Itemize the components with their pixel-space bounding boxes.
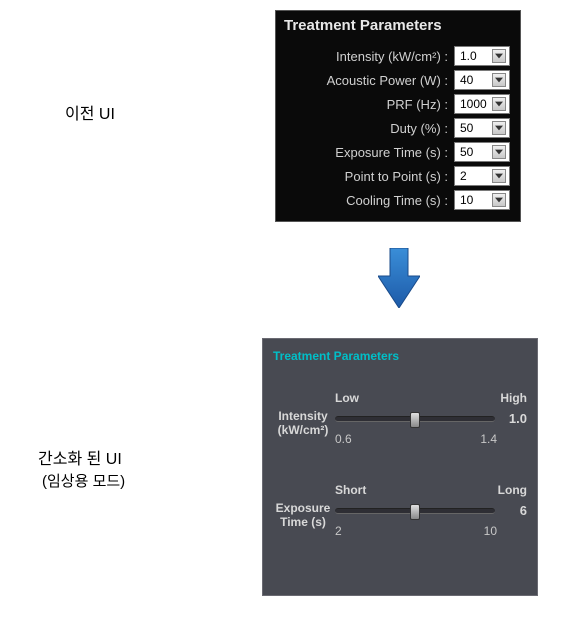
select-value: 40 bbox=[458, 73, 473, 87]
select-value: 1.0 bbox=[458, 49, 477, 63]
slider-thumb[interactable] bbox=[410, 412, 420, 428]
param-label: Exposure Time (s) : bbox=[335, 145, 448, 160]
new-ui-caption-line1: 간소화 된 UI bbox=[38, 445, 122, 469]
slider-tag-short: Short bbox=[335, 483, 366, 497]
param-row-acoustic-power: Acoustic Power (W) : 40 bbox=[276, 68, 520, 92]
slider-block-exposure: ExposureTime (s) Short Long 6 2 10 bbox=[273, 483, 527, 543]
chevron-down-icon bbox=[492, 49, 506, 63]
chevron-down-icon bbox=[492, 121, 506, 135]
param-label: Acoustic Power (W) : bbox=[327, 73, 448, 88]
select-value: 10 bbox=[458, 193, 473, 207]
slider-current-value: 1.0 bbox=[503, 411, 527, 426]
param-label: PRF (Hz) : bbox=[387, 97, 448, 112]
arrow-down-icon bbox=[378, 248, 420, 313]
param-label: Duty (%) : bbox=[390, 121, 448, 136]
point-to-point-select[interactable]: 2 bbox=[454, 166, 510, 186]
param-label: Intensity (kW/cm²) : bbox=[336, 49, 448, 64]
new-panel-title: Treatment Parameters bbox=[273, 349, 527, 363]
acoustic-power-select[interactable]: 40 bbox=[454, 70, 510, 90]
exposure-slider[interactable] bbox=[335, 508, 495, 514]
slider-max: 10 bbox=[484, 524, 497, 538]
slider-min: 0.6 bbox=[335, 432, 352, 446]
select-value: 1000 bbox=[458, 97, 487, 111]
chevron-down-icon bbox=[492, 169, 506, 183]
slider-tag-long: Long bbox=[498, 483, 527, 497]
param-row-exposure-time: Exposure Time (s) : 50 bbox=[276, 140, 520, 164]
param-row-cooling-time: Cooling Time (s) : 10 bbox=[276, 188, 520, 212]
slider-thumb[interactable] bbox=[410, 504, 420, 520]
old-ui-caption: 이전 UI bbox=[65, 100, 115, 124]
old-panel-title: Treatment Parameters bbox=[276, 11, 520, 44]
slider-current-value: 6 bbox=[503, 503, 527, 518]
exposure-time-select[interactable]: 50 bbox=[454, 142, 510, 162]
slider-min: 2 bbox=[335, 524, 342, 538]
new-treatment-parameters-panel: Treatment Parameters Intensity(kW/cm²) L… bbox=[262, 338, 538, 596]
slider-tag-low: Low bbox=[335, 391, 359, 405]
slider-tag-high: High bbox=[500, 391, 527, 405]
chevron-down-icon bbox=[492, 97, 506, 111]
chevron-down-icon bbox=[492, 73, 506, 87]
slider-block-intensity: Intensity(kW/cm²) Low High 1.0 0.6 1.4 bbox=[273, 391, 527, 451]
prf-select[interactable]: 1000 bbox=[454, 94, 510, 114]
param-label: Cooling Time (s) : bbox=[346, 193, 448, 208]
slider-label-exposure: ExposureTime (s) bbox=[273, 501, 333, 529]
param-row-duty: Duty (%) : 50 bbox=[276, 116, 520, 140]
param-row-point-to-point: Point to Point (s) : 2 bbox=[276, 164, 520, 188]
intensity-select[interactable]: 1.0 bbox=[454, 46, 510, 66]
select-value: 50 bbox=[458, 121, 473, 135]
duty-select[interactable]: 50 bbox=[454, 118, 510, 138]
param-row-intensity: Intensity (kW/cm²) : 1.0 bbox=[276, 44, 520, 68]
old-treatment-parameters-panel: Treatment Parameters Intensity (kW/cm²) … bbox=[275, 10, 521, 222]
select-value: 2 bbox=[458, 169, 467, 183]
chevron-down-icon bbox=[492, 145, 506, 159]
slider-max: 1.4 bbox=[480, 432, 497, 446]
param-label: Point to Point (s) : bbox=[345, 169, 448, 184]
select-value: 50 bbox=[458, 145, 473, 159]
param-row-prf: PRF (Hz) : 1000 bbox=[276, 92, 520, 116]
intensity-slider[interactable] bbox=[335, 416, 495, 422]
cooling-time-select[interactable]: 10 bbox=[454, 190, 510, 210]
slider-label-intensity: Intensity(kW/cm²) bbox=[273, 409, 333, 437]
chevron-down-icon bbox=[492, 193, 506, 207]
new-ui-caption-line2: (임상용 모드) bbox=[42, 470, 125, 491]
